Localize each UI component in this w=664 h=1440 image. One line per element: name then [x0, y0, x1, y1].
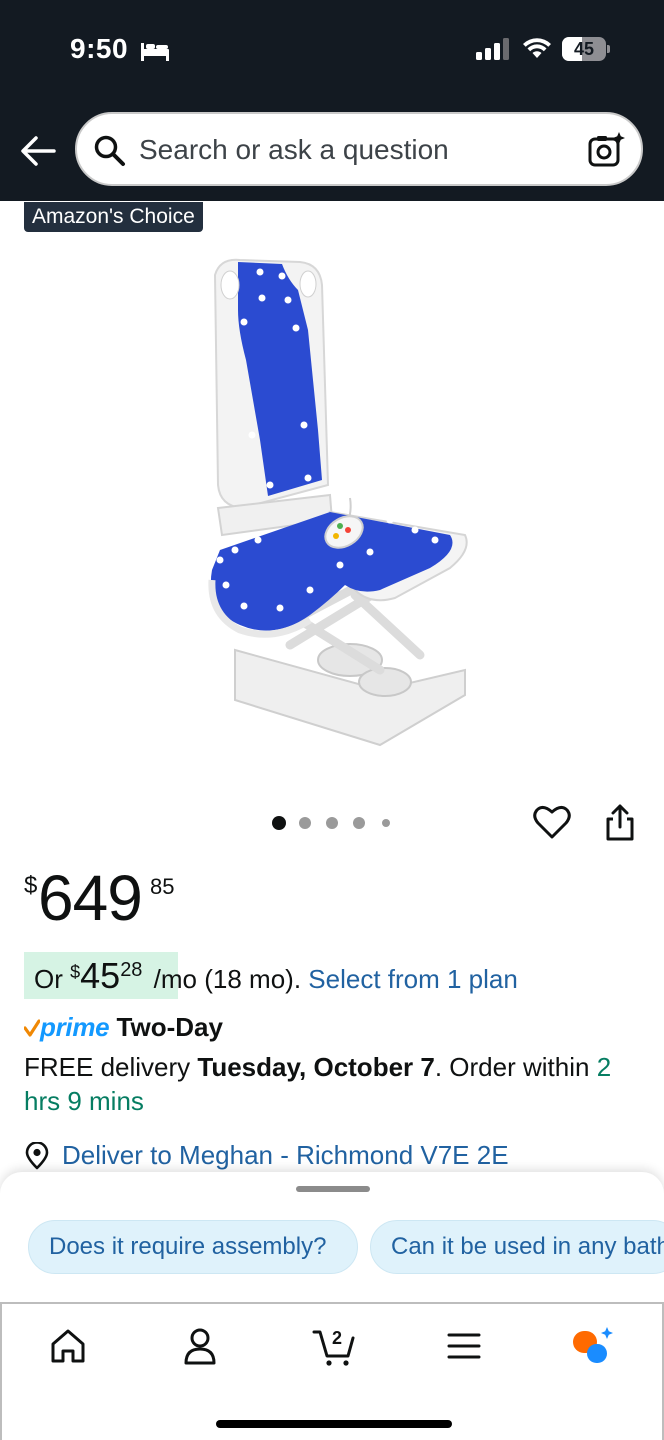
search-icon — [94, 135, 125, 166]
cart-icon[interactable]: 2 — [308, 1324, 360, 1368]
prime-check-icon — [24, 1019, 40, 1037]
rufus-suggestions-sheet: Does it require assembly? Can it be used… — [0, 1172, 664, 1302]
share-icon[interactable] — [604, 802, 636, 842]
monthly-payment: Or $4528 /mo (18 mo). Select from 1 plan — [34, 952, 518, 999]
cart-count: 2 — [332, 1328, 342, 1348]
amazons-choice-badge: Amazon's Choice — [24, 202, 203, 232]
wifi-icon — [523, 38, 551, 58]
carousel-dot-active[interactable] — [272, 816, 286, 830]
delivery-info: FREE delivery Tuesday, October 7. Order … — [24, 1050, 640, 1118]
prime-logo: prime — [40, 1012, 110, 1042]
suggestion-chip[interactable]: Does it require assembly? — [28, 1220, 358, 1274]
battery-level: 45 — [573, 39, 595, 59]
carousel-dot[interactable] — [326, 817, 338, 829]
delivery-date: Tuesday, October 7 — [197, 1052, 435, 1082]
home-indicator[interactable] — [216, 1420, 452, 1428]
account-icon[interactable] — [178, 1324, 222, 1368]
sleep-focus-icon — [141, 43, 169, 61]
monthly-term: /mo (18 mo). — [153, 964, 302, 994]
carousel-dot[interactable] — [353, 817, 365, 829]
monthly-whole: 45 — [80, 955, 121, 996]
image-carousel-dots[interactable] — [270, 815, 400, 831]
location-pin-icon — [25, 1142, 49, 1170]
deliver-to-label: Deliver to Meghan - Richmond V7E 2E — [62, 1140, 509, 1170]
search-input[interactable] — [139, 128, 569, 172]
status-time: 9:50 — [70, 33, 129, 64]
top-header: 9:50 45 — [0, 0, 664, 201]
price-whole: 649 — [38, 862, 143, 934]
carousel-dot[interactable] — [382, 819, 390, 827]
delivery-prefix: FREE delivery — [24, 1052, 191, 1082]
prime-shipping: prime Two-Day — [24, 1012, 223, 1044]
select-plan-link[interactable]: Select from 1 plan — [308, 956, 518, 1003]
menu-icon[interactable] — [442, 1324, 486, 1368]
order-within-prefix: . Order within — [434, 1052, 590, 1082]
monthly-prefix: Or — [34, 964, 63, 994]
cellular-signal-icon — [476, 38, 509, 60]
price-currency: $ — [24, 872, 38, 899]
suggestion-chip[interactable]: Can it be used in any bathtub? — [370, 1220, 664, 1274]
back-arrow-icon[interactable] — [18, 132, 58, 170]
search-bar[interactable] — [75, 112, 643, 186]
battery-indicator: 45 — [562, 37, 610, 61]
rufus-icon[interactable] — [570, 1324, 614, 1368]
prime-speed: Two-Day — [116, 1012, 223, 1042]
price-fraction: 85 — [150, 874, 175, 899]
product-image-bath-lift[interactable] — [180, 250, 480, 750]
bottom-nav: 2 — [0, 1302, 664, 1440]
sheet-drag-handle[interactable] — [296, 1186, 370, 1192]
carousel-dot[interactable] — [299, 817, 311, 829]
heart-wishlist-icon[interactable] — [532, 802, 572, 842]
monthly-fraction: 28 — [120, 959, 143, 981]
camera-search-icon[interactable] — [587, 131, 627, 169]
home-icon[interactable] — [46, 1324, 90, 1368]
monthly-currency: $ — [70, 962, 81, 982]
